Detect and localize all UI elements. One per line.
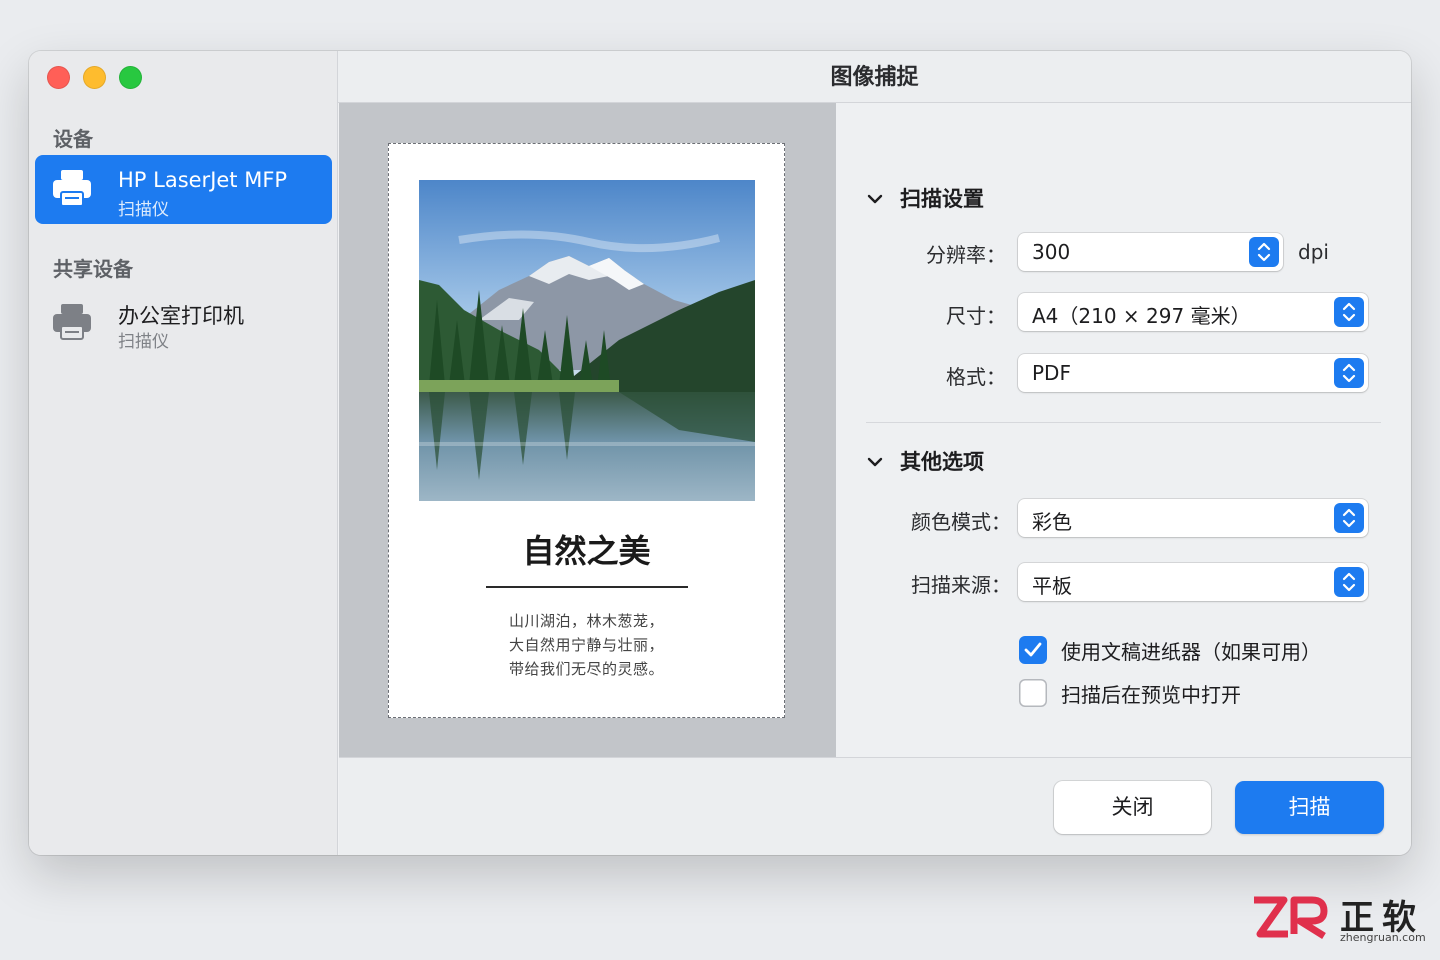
format-value: PDF xyxy=(1032,361,1071,385)
size-select[interactable]: A4（210 × 297 毫米） xyxy=(1018,293,1368,331)
other-options-label: 其他选项 xyxy=(900,450,984,474)
scan-source-stepper[interactable] xyxy=(1334,567,1364,597)
resolution-label: 分辨率： xyxy=(926,243,1006,267)
chevron-down-icon xyxy=(867,457,883,467)
open-in-preview-checkbox-row[interactable]: 扫描后在预览中打开 xyxy=(1019,678,1399,708)
up-down-chevron-icon xyxy=(1257,242,1271,262)
section-divider xyxy=(866,422,1381,423)
size-label: 尺寸： xyxy=(946,304,1006,328)
scan-source-value: 平板 xyxy=(1032,574,1072,598)
devices-header: 设备 xyxy=(53,127,93,151)
scan-preview-area[interactable]: 自然之美 山川湖泊，林木葱茏， 大自然用宁静与壮丽， 带给我们无尽的灵感。 xyxy=(339,103,836,757)
printer-icon xyxy=(53,304,91,340)
device-type: 扫描仪 xyxy=(118,332,169,352)
color-mode-stepper[interactable] xyxy=(1334,503,1364,533)
use-feeder-checkbox-row[interactable]: 使用文稿进纸器（如果可用） xyxy=(1019,635,1399,665)
device-type: 扫描仪 xyxy=(118,200,169,220)
window-title: 图像捕捉 xyxy=(338,51,1411,103)
scan-settings-header[interactable]: 扫描设置 xyxy=(866,183,984,213)
scan-source-select[interactable]: 平板 xyxy=(1018,563,1368,601)
zoom-window-button[interactable] xyxy=(119,66,142,89)
size-value: A4（210 × 297 毫米） xyxy=(1032,304,1251,328)
device-item-office-printer[interactable]: 办公室打印机 扫描仪 xyxy=(35,287,332,356)
use-feeder-checkbox[interactable] xyxy=(1019,636,1047,664)
color-mode-value: 彩色 xyxy=(1032,510,1072,534)
color-mode-select[interactable]: 彩色 xyxy=(1018,499,1368,537)
device-item-hp-laserjet[interactable]: HP LaserJet MFP 扫描仪 xyxy=(35,155,332,224)
document-line: 大自然用宁静与壮丽， xyxy=(508,636,664,654)
device-name: 办公室打印机 xyxy=(118,304,244,328)
up-down-chevron-icon xyxy=(1342,363,1356,383)
up-down-chevron-icon xyxy=(1342,572,1356,592)
watermark-url: zhengruan.com xyxy=(1340,931,1426,944)
checkmark-icon xyxy=(1024,642,1042,657)
landscape-photo xyxy=(419,180,755,501)
brand-logo-icon xyxy=(1254,896,1328,939)
resolution-stepper[interactable] xyxy=(1249,237,1279,267)
image-capture-window: 设备 HP LaserJet MFP 扫描仪 共享设备 办公室打印机 扫描仪 图 xyxy=(29,51,1411,855)
scan-source-label: 扫描来源： xyxy=(911,573,1011,597)
open-in-preview-label: 扫描后在预览中打开 xyxy=(1061,683,1241,707)
minimize-window-button[interactable] xyxy=(83,66,106,89)
scan-settings-label: 扫描设置 xyxy=(900,187,984,211)
document-line: 山川湖泊，林木葱茏， xyxy=(508,612,664,630)
watermark: 正软 zhengruan.com xyxy=(1250,890,1430,946)
open-in-preview-checkbox[interactable] xyxy=(1019,679,1047,707)
shared-devices-header: 共享设备 xyxy=(53,257,133,281)
resolution-unit: dpi xyxy=(1298,240,1329,264)
document-divider xyxy=(486,586,688,588)
format-label: 格式： xyxy=(946,365,1006,389)
size-stepper[interactable] xyxy=(1334,297,1364,327)
document-line: 带给我们无尽的灵感。 xyxy=(508,660,664,678)
up-down-chevron-icon xyxy=(1342,302,1356,322)
close-button[interactable]: 关闭 xyxy=(1054,781,1211,834)
device-name: HP LaserJet MFP xyxy=(118,168,288,192)
scan-button[interactable]: 扫描 xyxy=(1235,781,1384,834)
format-select[interactable]: PDF xyxy=(1018,354,1368,392)
resolution-select[interactable]: 300 xyxy=(1018,233,1283,271)
up-down-chevron-icon xyxy=(1342,508,1356,528)
color-mode-label: 颜色模式： xyxy=(911,510,1011,534)
chevron-down-icon xyxy=(867,194,883,204)
scanned-document: 自然之美 山川湖泊，林木葱茏， 大自然用宁静与壮丽， 带给我们无尽的灵感。 xyxy=(388,143,785,718)
dialog-footer: 关闭 扫描 xyxy=(339,757,1411,855)
document-title: 自然之美 xyxy=(522,532,651,570)
settings-panel: 扫描设置 分辨率： 300 dpi 尺寸： A4（210 × 297 毫米） 格… xyxy=(836,103,1411,757)
sidebar: 设备 HP LaserJet MFP 扫描仪 共享设备 办公室打印机 扫描仪 xyxy=(29,51,338,855)
other-options-header[interactable]: 其他选项 xyxy=(866,446,984,476)
close-window-button[interactable] xyxy=(47,66,70,89)
printer-icon xyxy=(53,170,91,207)
resolution-value: 300 xyxy=(1032,240,1071,264)
use-feeder-label: 使用文稿进纸器（如果可用） xyxy=(1061,640,1321,664)
format-stepper[interactable] xyxy=(1334,358,1364,388)
